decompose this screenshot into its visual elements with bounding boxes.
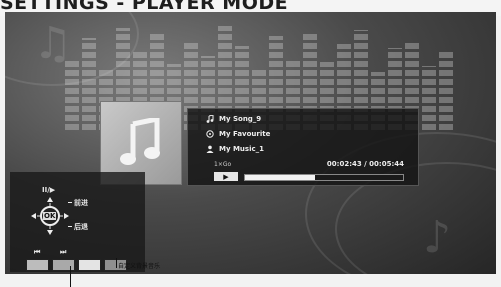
fastforward-label: 前进 [74, 199, 88, 207]
play-button[interactable]: ▶ [214, 172, 238, 181]
eq-bar [439, 52, 453, 130]
folder-name: My Music_1 [219, 145, 265, 153]
callout-line [116, 258, 117, 268]
song-row: My Song_9 [206, 114, 262, 123]
progress-bar[interactable] [244, 174, 404, 181]
time-readout: 00:02:43 / 00:05:44 [326, 160, 404, 168]
callout-line [70, 266, 71, 287]
eq-bar [422, 66, 436, 130]
playlist-name: My Favourite [219, 130, 271, 138]
folder-row: My Music_1 [206, 145, 264, 153]
yellow-function-button[interactable] [78, 259, 101, 271]
playpause-label: II/▶ [42, 186, 56, 194]
custom-bgm-label: 自定义背景音乐 [118, 263, 161, 270]
user-folder-icon [206, 145, 214, 153]
playlist-icon [206, 130, 214, 138]
tv-screen: ♫ ♪ My Song_9 My Favourite My Music_1 1×… [5, 12, 496, 274]
green-function-button[interactable] [52, 259, 75, 271]
music-note-decoration-icon: ♪ [423, 212, 452, 263]
callout-line [68, 202, 72, 203]
play-icon: ▶ [223, 172, 229, 181]
remote-guide-panel: II/▶ OK 前进 后退 ⏮ ⏭ [10, 172, 145, 272]
rewind-label: 后退 [74, 223, 88, 231]
ok-key-label: OK [43, 212, 57, 220]
playlist-row: My Favourite [206, 130, 270, 138]
hint-text: 1×Go [214, 161, 232, 168]
music-note-decoration-icon: ♫ [33, 18, 73, 69]
music-note-icon [120, 118, 160, 165]
callout-line [68, 226, 72, 227]
previous-track-icon: ⏮ [34, 248, 41, 256]
progress-fill [245, 175, 315, 180]
red-function-button[interactable] [26, 259, 49, 271]
now-playing-panel: My Song_9 My Favourite My Music_1 1×Go 0… [187, 108, 419, 186]
next-track-icon: ⏭ [60, 248, 67, 256]
song-title: My Song_9 [219, 115, 262, 123]
song-note-icon [206, 114, 214, 123]
